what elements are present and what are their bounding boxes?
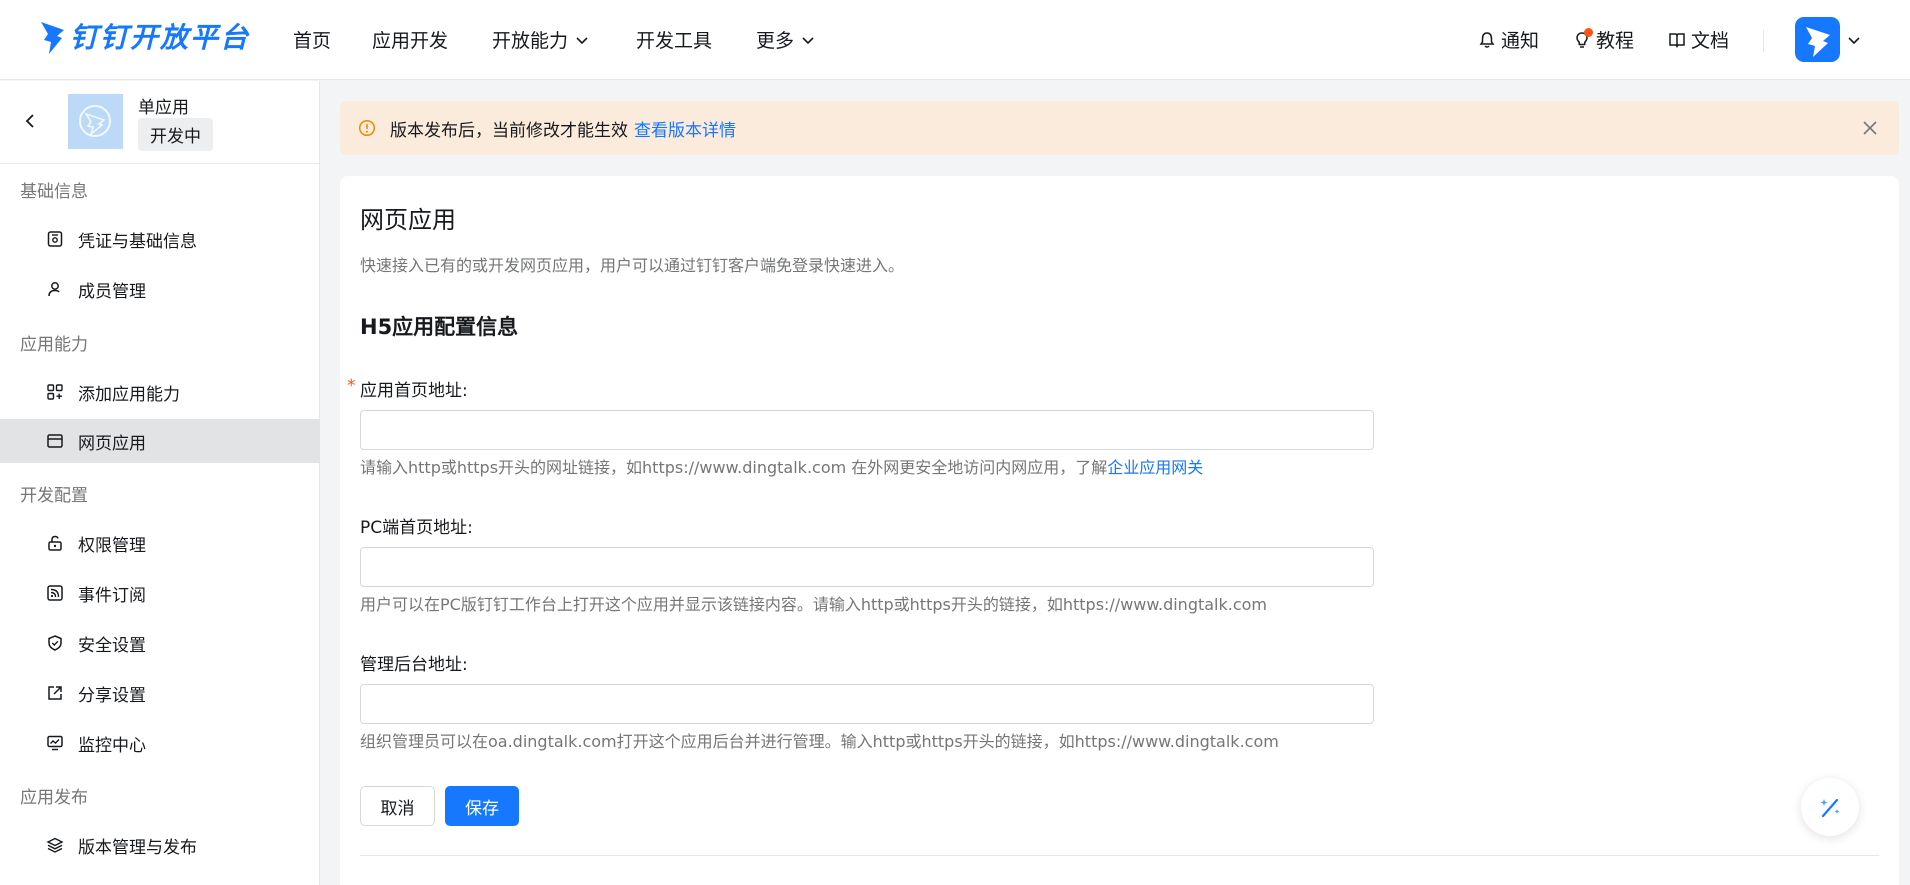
magic-wand-icon (1820, 798, 1840, 818)
group-label-release: 应用发布 (20, 788, 88, 808)
home-url-input[interactable] (360, 410, 1374, 450)
sidebar-item-web-app[interactable]: 网页应用 (0, 419, 320, 463)
home-url-label-text: 应用首页地址: (360, 381, 468, 401)
app-logo-icon (68, 94, 123, 149)
chevron-down-icon (802, 36, 814, 44)
brand-name: 钉钉开放平台 (70, 21, 251, 54)
admin-url-input[interactable] (360, 684, 1374, 724)
notify-label: 通知 (1501, 30, 1540, 52)
sidebar: 单应用 开发中 基础信息 凭证与基础信息 成员管理 应用能力 添加应用能力 网页… (0, 81, 320, 885)
group-label-capability: 应用能力 (20, 335, 88, 355)
nav-home[interactable]: 首页 (293, 26, 331, 53)
chevron-down-icon (576, 36, 588, 44)
nav-home-label: 首页 (293, 30, 332, 52)
sidebar-item-members[interactable]: 成员管理 (0, 267, 320, 311)
nav-dev-tools[interactable]: 开发工具 (636, 26, 712, 53)
sidebar-item-label: 安全设置 (78, 635, 146, 656)
docs-label: 文档 (1691, 30, 1730, 52)
sidebar-item-label: 添加应用能力 (78, 384, 180, 405)
sidebar-item-versions[interactable]: 版本管理与发布 (0, 823, 320, 867)
rss-icon (47, 585, 63, 601)
browser-window-icon (47, 434, 63, 448)
nav-open-capability-label: 开放能力 (492, 30, 569, 52)
pc-url-input[interactable] (360, 547, 1374, 587)
dingtalk-logo-icon (41, 22, 64, 54)
enterprise-gateway-link[interactable]: 企业应用网关 (1107, 458, 1203, 477)
app-header: 单应用 开发中 (0, 81, 320, 164)
brand-logo[interactable]: 钉钉开放平台 (38, 16, 250, 56)
layers-icon (46, 837, 64, 853)
nav-app-dev-label: 应用开发 (372, 30, 449, 52)
sidebar-item-credentials[interactable]: 凭证与基础信息 (0, 217, 320, 261)
close-icon[interactable] (1861, 119, 1879, 137)
nav-divider (1763, 30, 1764, 52)
top-navbar: 钉钉开放平台 首页 应用开发 开放能力 开发工具 更多 通知 教程 文档 (0, 0, 1910, 80)
notify-button[interactable]: 通知 (1478, 26, 1539, 53)
group-label-dev-config: 开发配置 (20, 486, 88, 506)
user-icon (48, 282, 60, 297)
required-mark: * (347, 376, 356, 396)
home-url-label: * 应用首页地址: (347, 376, 468, 401)
divider (360, 855, 1879, 856)
sidebar-item-monitor[interactable]: 监控中心 (0, 721, 320, 765)
notification-dot (1584, 27, 1593, 37)
sidebar-item-add-capability[interactable]: 添加应用能力 (0, 370, 320, 414)
sidebar-item-label: 权限管理 (78, 535, 146, 556)
nav-open-capability[interactable]: 开放能力 (492, 26, 590, 53)
alert-text: 版本发布后，当前修改才能生效 (390, 120, 628, 141)
sidebar-item-security[interactable]: 安全设置 (0, 621, 320, 665)
page-description: 快速接入已有的或开发网页应用，用户可以通过钉钉客户端免登录快速进入。 (360, 256, 905, 275)
credential-icon (47, 231, 63, 247)
page-title: 网页应用 (360, 206, 456, 234)
lock-icon (48, 535, 62, 551)
bell-icon (1479, 31, 1495, 48)
sidebar-item-label: 分享设置 (78, 685, 146, 706)
save-button[interactable]: 保存 (445, 786, 519, 826)
apps-add-icon (47, 384, 63, 400)
view-version-link[interactable]: 查看版本详情 (634, 116, 736, 141)
pc-url-help: 用户可以在PC版钉钉工作台上打开这个应用并显示该链接内容。请输入http或htt… (360, 595, 1268, 614)
info-alert: 版本发布后，当前修改才能生效 查看版本详情 (340, 101, 1899, 155)
app-name: 单应用 (138, 98, 189, 118)
sidebar-item-label: 事件订阅 (78, 585, 146, 606)
docs-button[interactable]: 文档 (1668, 26, 1729, 53)
chevron-down-icon[interactable] (1846, 32, 1862, 48)
shield-icon (48, 635, 62, 651)
sidebar-item-permissions[interactable]: 权限管理 (0, 521, 320, 565)
sidebar-item-events[interactable]: 事件订阅 (0, 571, 320, 615)
cancel-button[interactable]: 取消 (360, 786, 435, 826)
sidebar-item-share[interactable]: 分享设置 (0, 671, 320, 715)
group-label-basic: 基础信息 (20, 182, 88, 202)
home-url-help: 请输入http或https开头的网址链接，如https://www.dingta… (360, 454, 1203, 478)
sidebar-item-label: 网页应用 (78, 433, 146, 454)
home-url-help-text: 请输入http或https开头的网址链接，如https://www.dingta… (360, 458, 1108, 477)
admin-url-label: 管理后台地址: (360, 655, 468, 675)
section-title: H5应用配置信息 (360, 315, 519, 339)
chevron-left-icon[interactable] (20, 111, 40, 131)
ai-assistant-button[interactable] (1801, 778, 1859, 836)
sidebar-item-label: 成员管理 (78, 281, 146, 302)
app-thumbnail (68, 94, 123, 149)
main-panel: 网页应用 快速接入已有的或开发网页应用，用户可以通过钉钉客户端免登录快速进入。 … (340, 176, 1899, 885)
monitor-icon (47, 735, 63, 751)
tutorial-label: 教程 (1596, 30, 1635, 52)
dingtalk-avatar-icon (1806, 27, 1830, 57)
sidebar-item-label: 凭证与基础信息 (78, 231, 197, 252)
status-badge: 开发中 (138, 118, 213, 151)
share-external-icon (48, 686, 62, 700)
info-icon (358, 119, 376, 137)
book-icon (1669, 32, 1685, 48)
pc-url-label: PC端首页地址: (360, 518, 473, 538)
admin-url-help: 组织管理员可以在oa.dingtalk.com打开这个应用后台并进行管理。输入h… (360, 732, 1279, 751)
sidebar-item-label: 版本管理与发布 (78, 837, 197, 858)
nav-more-label: 更多 (756, 30, 795, 52)
nav-more[interactable]: 更多 (756, 26, 816, 53)
nav-app-dev[interactable]: 应用开发 (372, 26, 448, 53)
tutorial-button[interactable]: 教程 (1573, 26, 1634, 53)
nav-dev-tools-label: 开发工具 (636, 30, 713, 52)
sidebar-item-label: 监控中心 (78, 735, 146, 756)
avatar[interactable] (1795, 17, 1840, 62)
